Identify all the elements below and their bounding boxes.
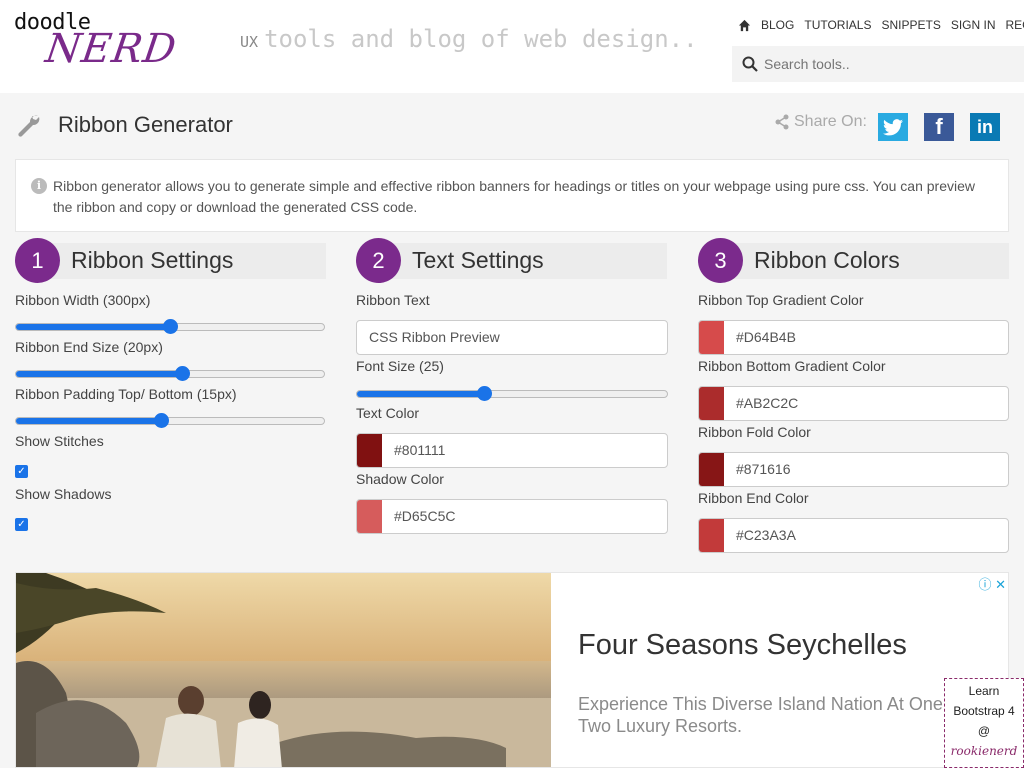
color-swatch[interactable]	[699, 453, 724, 486]
color-swatch[interactable]	[357, 434, 382, 467]
promo-line-3: @	[977, 724, 991, 738]
promo-box[interactable]: Learn Bootstrap 4 @ rookienerd	[944, 678, 1024, 768]
end-color-input[interactable]: #C23A3A	[698, 518, 1009, 553]
nav-blog[interactable]: BLOG	[761, 18, 794, 32]
color-value: #D65C5C	[394, 508, 456, 524]
shadow-color-input[interactable]: #D65C5C	[356, 499, 668, 534]
text-color-input[interactable]: #801111	[356, 433, 668, 468]
nav-tutorials[interactable]: TUTORIALS	[804, 18, 871, 32]
ribbon-colors-section: 3 Ribbon Colors Ribbon Top Gradient Colo…	[698, 238, 1009, 553]
ribbon-end-size-label: Ribbon End Size (20px)	[15, 339, 163, 355]
share-icon	[775, 114, 789, 130]
facebook-button[interactable]: f	[924, 113, 954, 141]
facebook-icon: f	[935, 114, 943, 139]
show-shadows-checkbox[interactable]: ✓	[15, 518, 28, 531]
ribbon-width-label: Ribbon Width (300px)	[15, 292, 151, 308]
info-icon: i	[31, 178, 47, 194]
text-color-label: Text Color	[356, 405, 420, 421]
nav-sign-in[interactable]: SIGN IN	[951, 18, 996, 32]
color-value: #C23A3A	[736, 527, 796, 543]
adchoices-icon[interactable]: ⓘ ✕	[978, 574, 1006, 593]
ribbon-end-size-slider[interactable]	[15, 366, 325, 381]
color-value: #AB2C2C	[736, 395, 799, 411]
section-header: 2 Text Settings	[356, 238, 667, 283]
section-header: 3 Ribbon Colors	[698, 238, 1009, 283]
color-value: #D64B4B	[736, 329, 796, 345]
color-swatch[interactable]	[357, 500, 382, 533]
bottom-gradient-input[interactable]: #AB2C2C	[698, 386, 1009, 421]
nav-snippets[interactable]: SNIPPETS	[881, 18, 940, 32]
wrench-icon	[18, 115, 40, 137]
color-swatch[interactable]	[699, 519, 724, 552]
nav-register[interactable]: REGISTER	[1006, 18, 1024, 32]
top-gradient-input[interactable]: #D64B4B	[698, 320, 1009, 355]
search-box	[732, 46, 1024, 82]
fold-color-label: Ribbon Fold Color	[698, 424, 811, 440]
font-size-slider[interactable]	[356, 386, 668, 401]
twitter-icon	[883, 118, 903, 135]
ad-description[interactable]: Experience This Diverse Island Nation At…	[578, 693, 978, 737]
site-header: doodle NERD UX tools and blog of web desi…	[0, 0, 1024, 93]
section-header: 1 Ribbon Settings	[15, 238, 326, 283]
show-stitches-checkbox[interactable]: ✓	[15, 465, 28, 478]
show-shadows-label: Show Shadows	[15, 486, 112, 502]
info-text: Ribbon generator allows you to generate …	[53, 178, 975, 215]
ribbon-text-label: Ribbon Text	[356, 292, 430, 308]
ribbon-text-input[interactable]: CSS Ribbon Preview	[356, 320, 668, 355]
text-settings-section: 2 Text Settings Ribbon Text CSS Ribbon P…	[356, 238, 668, 534]
info-box: i Ribbon generator allows you to generat…	[15, 159, 1009, 232]
end-color-label: Ribbon End Color	[698, 490, 809, 506]
ribbon-settings-section: 1 Ribbon Settings Ribbon Width (300px) R…	[15, 238, 326, 531]
linkedin-button[interactable]: in	[970, 113, 1000, 141]
color-value: #801111	[394, 442, 446, 458]
step-badge: 1	[15, 238, 60, 283]
share-label: Share On:	[794, 113, 867, 130]
promo-line-2: Bootstrap 4	[953, 704, 1015, 718]
promo-line-1: Learn	[968, 684, 1000, 698]
home-icon[interactable]	[738, 19, 751, 32]
step-badge: 3	[698, 238, 743, 283]
ad-headline[interactable]: Four Seasons Seychelles	[578, 629, 907, 662]
section-title: Ribbon Colors	[754, 247, 900, 273]
logo-nerd[interactable]: NERD	[43, 26, 180, 72]
step-badge: 2	[356, 238, 401, 283]
shadow-color-label: Shadow Color	[356, 471, 444, 487]
ribbon-padding-label: Ribbon Padding Top/ Bottom (15px)	[15, 386, 237, 402]
section-title: Text Settings	[412, 247, 544, 273]
page-title: Ribbon Generator	[58, 112, 233, 137]
section-title: Ribbon Settings	[71, 247, 234, 273]
ribbon-width-slider[interactable]	[15, 319, 325, 334]
color-swatch[interactable]	[699, 321, 724, 354]
search-input[interactable]	[764, 56, 1004, 72]
search-icon	[742, 56, 758, 72]
top-nav: BLOG TUTORIALS SNIPPETS SIGN IN REGISTER	[738, 18, 1024, 32]
show-stitches-label: Show Stitches	[15, 433, 104, 449]
fold-color-input[interactable]: #871616	[698, 452, 1009, 487]
advertisement[interactable]: Four Seasons Seychelles Experience This …	[15, 572, 1009, 768]
linkedin-icon: in	[977, 116, 993, 137]
tagline: UX tools and blog of web design..	[240, 25, 698, 53]
color-swatch[interactable]	[699, 387, 724, 420]
top-gradient-label: Ribbon Top Gradient Color	[698, 292, 864, 308]
bottom-gradient-label: Ribbon Bottom Gradient Color	[698, 358, 886, 374]
title-row: Ribbon Generator	[16, 112, 233, 138]
tagline-text: tools and blog of web design..	[264, 25, 698, 53]
color-value: #871616	[736, 461, 791, 477]
promo-brand: rookienerd	[950, 744, 1018, 758]
twitter-button[interactable]	[878, 113, 908, 141]
share-bar: Share On: f in	[774, 113, 1000, 141]
tagline-prefix: UX	[240, 33, 259, 51]
font-size-label: Font Size (25)	[356, 358, 444, 374]
ribbon-padding-slider[interactable]	[15, 413, 325, 428]
ad-photo[interactable]	[16, 573, 551, 768]
